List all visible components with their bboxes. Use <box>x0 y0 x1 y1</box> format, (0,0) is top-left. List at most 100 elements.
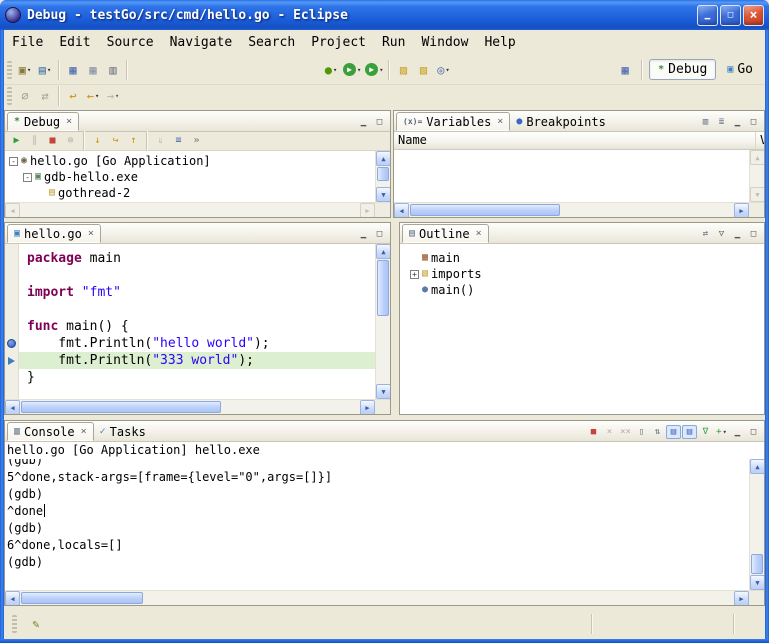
gutter-line[interactable] <box>5 335 18 352</box>
menu-item-run[interactable]: Run <box>374 32 413 53</box>
close-icon[interactable]: × <box>66 116 72 127</box>
print-icon[interactable]: ▥ <box>103 59 123 81</box>
menu-item-search[interactable]: Search <box>240 32 303 53</box>
close-button[interactable]: × <box>743 5 764 26</box>
tab-console[interactable]: ▥ Console × <box>7 422 94 441</box>
close-icon[interactable]: × <box>476 228 482 239</box>
scroll-track[interactable] <box>20 591 734 605</box>
close-icon[interactable]: × <box>81 426 87 437</box>
perspective-button-debug[interactable]: *Debug <box>649 59 716 80</box>
tab-debug[interactable]: * Debug × <box>7 112 79 131</box>
close-icon[interactable]: × <box>88 228 94 239</box>
maximize-view-icon[interactable]: □ <box>746 425 761 439</box>
scroll-thumb[interactable] <box>377 167 389 181</box>
scroll-up-icon[interactable]: ▲ <box>376 244 390 259</box>
tree-item[interactable]: ▦main <box>408 250 764 266</box>
scroll-track[interactable] <box>409 203 734 217</box>
open-perspective-icon[interactable]: ▦ <box>615 59 635 81</box>
editor-horizontal-scrollbar[interactable]: ◀ ▶ <box>5 399 390 414</box>
menu-item-source[interactable]: Source <box>99 32 162 53</box>
search-icon[interactable]: ◎▾ <box>433 59 453 81</box>
open-console-icon[interactable]: +▾ <box>714 425 729 439</box>
step-filters-icon[interactable]: ≡ <box>170 133 187 149</box>
gutter-line[interactable] <box>5 369 18 386</box>
perspective-button-go[interactable]: ▣Go <box>719 60 761 79</box>
minimize-view-icon[interactable]: ▁ <box>730 115 745 129</box>
scroll-left-icon[interactable]: ◀ <box>394 203 409 218</box>
collapse-all-icon[interactable]: ≣ <box>714 115 729 129</box>
tree-item[interactable]: +▧imports <box>408 266 764 282</box>
collapse-icon[interactable]: - <box>9 157 18 166</box>
new-wizard-icon[interactable]: ▣▾ <box>15 59 35 81</box>
scroll-left-icon[interactable]: ◀ <box>5 591 20 606</box>
maximize-view-icon[interactable]: □ <box>372 227 387 241</box>
scroll-track[interactable] <box>376 166 390 187</box>
show-type-names-icon[interactable]: ▥ <box>698 115 713 129</box>
scroll-right-icon[interactable]: ▶ <box>360 400 375 415</box>
outline-tree[interactable]: ▦main+▧imports●main() <box>400 244 764 414</box>
maximize-button[interactable]: □ <box>720 5 741 26</box>
column-header-value[interactable]: Value <box>756 132 765 149</box>
tab-outline[interactable]: ▤ Outline × <box>402 224 489 243</box>
view-menu-icon[interactable]: ▽ <box>714 227 729 241</box>
gutter-line[interactable] <box>5 250 18 267</box>
step-into-icon[interactable]: ↓ <box>89 133 106 149</box>
minimize-view-icon[interactable]: ▁ <box>356 227 371 241</box>
scroll-up-icon[interactable]: ▲ <box>750 459 764 474</box>
scroll-up-icon[interactable]: ▲ <box>376 151 390 166</box>
menu-item-file[interactable]: File <box>4 32 51 53</box>
editor-vertical-scrollbar[interactable]: ▲ ▼ <box>375 244 390 399</box>
expand-icon[interactable]: + <box>410 270 419 279</box>
variables-horizontal-scrollbar[interactable]: ◀ ▶ <box>394 202 764 217</box>
terminate-icon[interactable]: ■ <box>586 425 601 439</box>
tree-item[interactable]: -▣gdb-hello.exe <box>7 169 375 185</box>
scroll-track[interactable] <box>376 259 390 384</box>
console-vertical-scrollbar[interactable]: ▲ ▼ <box>749 459 764 590</box>
pin-console-icon[interactable]: ∇ <box>698 425 713 439</box>
scroll-down-icon[interactable]: ▼ <box>750 575 764 590</box>
external-tools-icon[interactable]: ▶▾ <box>363 59 385 81</box>
step-return-icon[interactable]: ↑ <box>125 133 142 149</box>
editor-gutter[interactable] <box>5 244 19 399</box>
show-stderr-icon[interactable]: ▤ <box>682 425 697 439</box>
close-icon[interactable]: × <box>497 116 503 127</box>
debug-horizontal-scrollbar[interactable]: ◀ ▶ <box>5 202 390 217</box>
tab-variables[interactable]: (x)= Variables × <box>396 112 510 131</box>
debug-vertical-scrollbar[interactable]: ▲ ▼ <box>375 151 390 202</box>
scroll-track[interactable] <box>750 474 764 575</box>
tree-item[interactable]: ▤gothread-2 <box>7 185 375 201</box>
scroll-thumb[interactable] <box>377 260 389 316</box>
breakpoint-icon[interactable] <box>7 339 16 348</box>
debug-tree[interactable]: -◉hello.go [Go Application]-▣gdb-hello.e… <box>5 151 375 202</box>
open-resource-icon[interactable]: ▨ <box>393 59 413 81</box>
scroll-track[interactable] <box>20 400 360 414</box>
scroll-lock-icon[interactable]: ⇅ <box>650 425 665 439</box>
menu-item-project[interactable]: Project <box>303 32 374 53</box>
debug-icon[interactable]: ●▾ <box>321 59 341 81</box>
tab-hello-go[interactable]: ▣ hello.go × <box>7 224 101 243</box>
gutter-line[interactable] <box>5 284 18 301</box>
gutter-line[interactable] <box>5 267 18 284</box>
clear-console-icon[interactable]: ▯ <box>634 425 649 439</box>
variables-table-body[interactable] <box>394 150 749 202</box>
minimize-view-icon[interactable]: ▁ <box>730 227 745 241</box>
link-with-editor-icon[interactable]: ⇄ <box>698 227 713 241</box>
title-bar[interactable]: Debug - testGo/src/cmd/hello.go - Eclips… <box>0 0 769 30</box>
resume-icon[interactable]: ▶ <box>8 133 25 149</box>
menu-item-navigate[interactable]: Navigate <box>162 32 241 53</box>
minimize-view-icon[interactable]: ▁ <box>356 115 371 129</box>
scroll-thumb[interactable] <box>21 592 143 604</box>
tab-tasks[interactable]: ✓ Tasks <box>94 422 152 441</box>
save-all-icon[interactable]: ▦ <box>83 59 103 81</box>
scroll-right-icon[interactable]: ▶ <box>734 591 749 606</box>
save-icon[interactable]: ▦ <box>63 59 83 81</box>
show-stdout-icon[interactable]: ▤ <box>666 425 681 439</box>
gutter-line[interactable] <box>5 301 18 318</box>
maximize-view-icon[interactable]: □ <box>746 227 761 241</box>
overflow-chevron-icon[interactable]: » <box>188 133 205 149</box>
last-edit-location-icon[interactable]: ↩ <box>63 85 83 107</box>
menu-item-edit[interactable]: Edit <box>51 32 98 53</box>
gutter-line[interactable] <box>5 352 18 369</box>
scroll-thumb[interactable] <box>410 204 560 216</box>
tree-item[interactable]: -◉hello.go [Go Application] <box>7 153 375 169</box>
